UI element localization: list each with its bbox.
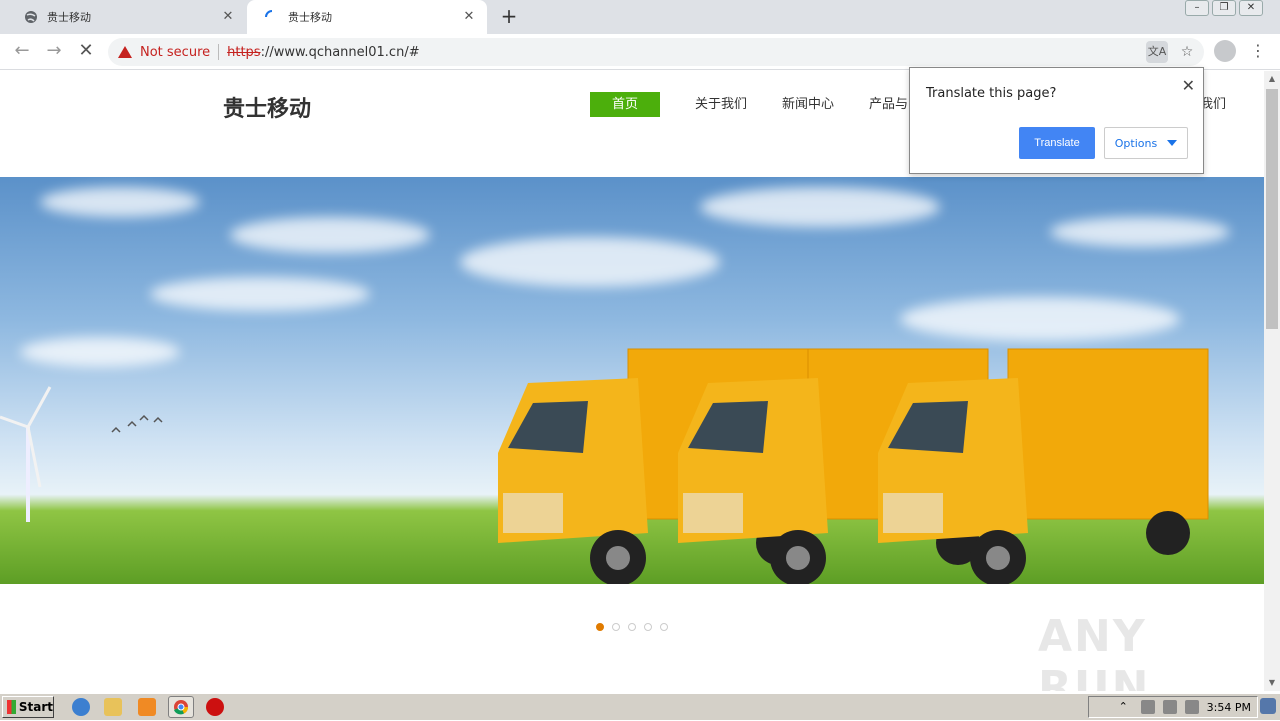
close-window-icon[interactable]: ✕: [1239, 0, 1263, 16]
translate-question: Translate this page?: [926, 86, 1057, 101]
carousel-dot[interactable]: [660, 623, 668, 631]
network-icon[interactable]: [1140, 700, 1155, 714]
url-text: ://www.qchannel01.cn/#: [260, 44, 420, 60]
forward-arrow-icon[interactable]: →: [42, 40, 66, 64]
cloud: [150, 277, 370, 311]
tab-title: 贵士移动: [47, 11, 91, 24]
minimize-icon[interactable]: –: [1185, 0, 1209, 16]
warning-triangle-icon: [118, 46, 132, 58]
scroll-thumb[interactable]: [1266, 89, 1278, 329]
back-arrow-icon[interactable]: ←: [10, 40, 34, 64]
nav-item-home[interactable]: 首页: [590, 92, 660, 117]
carousel-dot[interactable]: [644, 623, 652, 631]
tab-inactive[interactable]: 贵士移动 ✕: [6, 0, 246, 34]
bookmark-star-icon[interactable]: ☆: [1176, 41, 1198, 63]
carousel-dot[interactable]: [596, 623, 604, 631]
tray-arrow-icon[interactable]: ⌃: [1119, 700, 1133, 714]
chevron-down-icon: [1167, 140, 1178, 146]
windows-logo-icon: [7, 700, 16, 714]
cloud: [1050, 217, 1230, 247]
restore-icon[interactable]: ❐: [1212, 0, 1236, 16]
internet-explorer-icon[interactable]: [72, 698, 90, 716]
birds-icon: [111, 414, 163, 433]
nav-item-about[interactable]: 关于我们: [695, 92, 747, 117]
site-nav: 首页 关于我们 新闻中心 产品与: [590, 92, 943, 117]
browser-toolbar: ← → ✕ Not secure https ://www.qchannel01…: [0, 34, 1280, 70]
translate-icon[interactable]: 文A: [1146, 41, 1168, 63]
flag-icon[interactable]: [1184, 700, 1199, 714]
globe-icon: [24, 10, 38, 24]
start-label: Start: [18, 700, 53, 714]
trucks-image: [498, 348, 1209, 584]
cloud: [40, 187, 200, 217]
folder-icon[interactable]: [104, 698, 122, 716]
start-button[interactable]: Start: [2, 696, 54, 718]
cloud: [230, 217, 430, 253]
tab-title: 贵士移动: [288, 11, 332, 24]
new-tab-button[interactable]: +: [498, 6, 520, 28]
show-desktop-icon[interactable]: [1260, 698, 1276, 714]
carousel-indicators: [596, 623, 676, 631]
options-button[interactable]: Options: [1104, 127, 1188, 159]
carousel-dot[interactable]: [612, 623, 620, 631]
cloud: [700, 187, 940, 227]
nav-item-products[interactable]: 产品与: [869, 92, 908, 117]
cloud: [460, 237, 720, 287]
url-scheme: https: [227, 44, 261, 60]
system-tray: ⌃ 3:54 PM: [1088, 696, 1258, 718]
browser-menu-icon[interactable]: ⋮: [1250, 40, 1266, 64]
wind-turbine-icon: [0, 386, 52, 522]
loading-spinner-icon: [265, 10, 279, 24]
translate-button[interactable]: Translate: [1019, 127, 1095, 159]
profile-avatar-icon[interactable]: [1214, 40, 1236, 62]
media-player-icon[interactable]: [138, 698, 156, 716]
not-secure-label: Not secure: [140, 44, 211, 60]
cloud: [900, 297, 1180, 341]
translate-bubble: Translate this page? ✕ Translate Options: [909, 67, 1204, 174]
close-icon[interactable]: ✕: [1182, 76, 1195, 95]
windows-taskbar: Start ⌃ 3:54 PM: [0, 693, 1280, 720]
stop-loading-icon[interactable]: ✕: [74, 40, 98, 64]
cloud: [20, 337, 180, 367]
clock[interactable]: 3:54 PM: [1207, 701, 1251, 714]
antivirus-icon[interactable]: [206, 698, 224, 716]
scroll-down-icon[interactable]: ▼: [1264, 675, 1280, 691]
options-label: Options: [1114, 136, 1158, 150]
volume-icon[interactable]: [1162, 700, 1177, 714]
scroll-up-icon[interactable]: ▲: [1264, 71, 1280, 87]
security-warning[interactable]: Not secure: [118, 45, 210, 60]
omnibox-separator: [218, 44, 220, 60]
page-scrollbar[interactable]: ▲ ▼: [1264, 71, 1280, 691]
close-icon[interactable]: ✕: [461, 9, 477, 25]
tab-active[interactable]: 贵士移动 ✕: [247, 0, 487, 34]
address-bar[interactable]: Not secure https ://www.qchannel01.cn/# …: [108, 38, 1204, 66]
chrome-taskbar-button[interactable]: [168, 696, 194, 718]
close-icon[interactable]: ✕: [220, 9, 236, 25]
omnibox-actions: 文A ☆: [1138, 41, 1198, 63]
hero-banner: [0, 177, 1264, 584]
tab-strip: 贵士移动 ✕ 贵士移动 ✕ + – ❐ ✕: [0, 0, 1280, 34]
window-controls: – ❐ ✕: [1182, 0, 1263, 18]
carousel-dot[interactable]: [628, 623, 636, 631]
nav-item-news[interactable]: 新闻中心: [782, 92, 834, 117]
site-logo[interactable]: 贵士移动: [223, 91, 311, 123]
anyrun-watermark: ANY RUN: [1038, 611, 1151, 691]
